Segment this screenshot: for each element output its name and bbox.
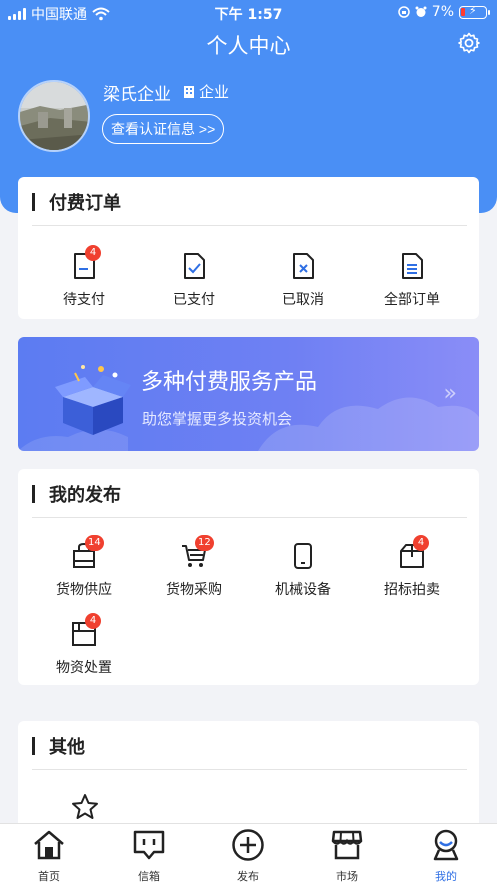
tab-mine[interactable]: 我的 [406,828,486,883]
item-label: 货物采购 [166,582,222,598]
badge: 4 [413,535,429,551]
section-title: 我的发布 [49,485,121,506]
battery-percent: 7% [431,4,454,20]
post-item-supply[interactable]: 14 货物供应 [29,535,139,599]
section-title: 付费订单 [49,193,121,214]
battery-icon: ⚡ [459,4,490,19]
cancelled-icon [293,253,314,279]
user-type: 企业 [183,81,229,102]
status-bar: 中国联通 下午 1:57 7% ⚡ [0,0,497,26]
double-chevron-right-icon: » [443,381,457,406]
rotation-lock-icon [398,6,410,18]
tab-label: 信箱 [138,870,160,883]
tab-label: 我的 [435,870,457,883]
store-icon [331,830,363,860]
divider [32,769,467,770]
item-label: 机械设备 [275,582,331,598]
avatar[interactable] [18,80,90,152]
gear-icon[interactable] [457,31,481,55]
item-label: 待支付 [63,292,105,308]
item-label: 全部订单 [384,292,440,308]
banner-title: 多种付费服务产品 [141,370,318,395]
order-item-all[interactable]: 全部订单 [357,251,467,309]
tab-market[interactable]: 市场 [307,828,387,883]
my-posts-card: 我的发布 14 货物供应 12 货物采购 机械设备 4 招标拍卖 4 物资处置 [18,469,479,685]
star-icon[interactable] [71,793,99,821]
plus-circle-icon [232,829,264,861]
divider [32,517,467,518]
section-title: 其他 [49,737,85,758]
item-label: 物资处置 [56,660,112,676]
building-icon [184,85,194,98]
item-label: 已支付 [173,292,215,308]
post-item-disposal[interactable]: 4 物资处置 [29,613,139,677]
badge: 4 [85,613,101,629]
all-orders-icon [402,253,423,279]
phone-device-icon [294,543,312,569]
page-title: 个人中心 [206,34,291,58]
post-item-purchase[interactable]: 12 货物采购 [139,535,249,599]
gift-box-icon [55,365,131,435]
alarm-icon [415,6,427,17]
tab-home[interactable]: 首页 [9,828,89,883]
divider [32,225,467,226]
order-item-paid[interactable]: 已支付 [139,251,249,309]
tab-label: 首页 [38,870,60,883]
tab-label: 发布 [237,870,259,883]
badge: 12 [195,535,214,551]
user-name: 梁氏企业 [103,85,171,105]
tab-label: 市场 [336,870,358,883]
item-label: 招标拍卖 [384,582,440,598]
home-icon [34,830,64,860]
item-label: 货物供应 [56,582,112,598]
paid-orders-card: 付费订单 4 待支付 已支付 已取消 全部订单 [18,177,479,319]
user-type-label: 企业 [199,83,230,101]
item-label: 已取消 [282,292,324,308]
tab-publish[interactable]: 发布 [208,828,288,883]
badge: 4 [85,245,101,261]
badge: 14 [85,535,104,551]
mailbox-icon [133,830,165,860]
order-item-pending[interactable]: 4 待支付 [29,245,139,309]
post-item-machinery[interactable]: 机械设备 [248,541,358,599]
tab-bar: 首页 信箱 发布 市场 我的 [0,823,497,883]
others-card: 其他 [18,721,479,831]
paid-icon [184,253,205,279]
paid-services-banner[interactable]: 多种付费服务产品 助您掌握更多投资机会 » [18,337,479,451]
post-item-auction[interactable]: 4 招标拍卖 [357,535,467,599]
banner-subtitle: 助您掌握更多投资机会 [142,410,293,428]
order-item-cancelled[interactable]: 已取消 [248,251,358,309]
view-verification-button[interactable]: 查看认证信息 >> [102,114,225,144]
profile-icon [433,829,459,861]
tab-mailbox[interactable]: 信箱 [109,828,189,883]
